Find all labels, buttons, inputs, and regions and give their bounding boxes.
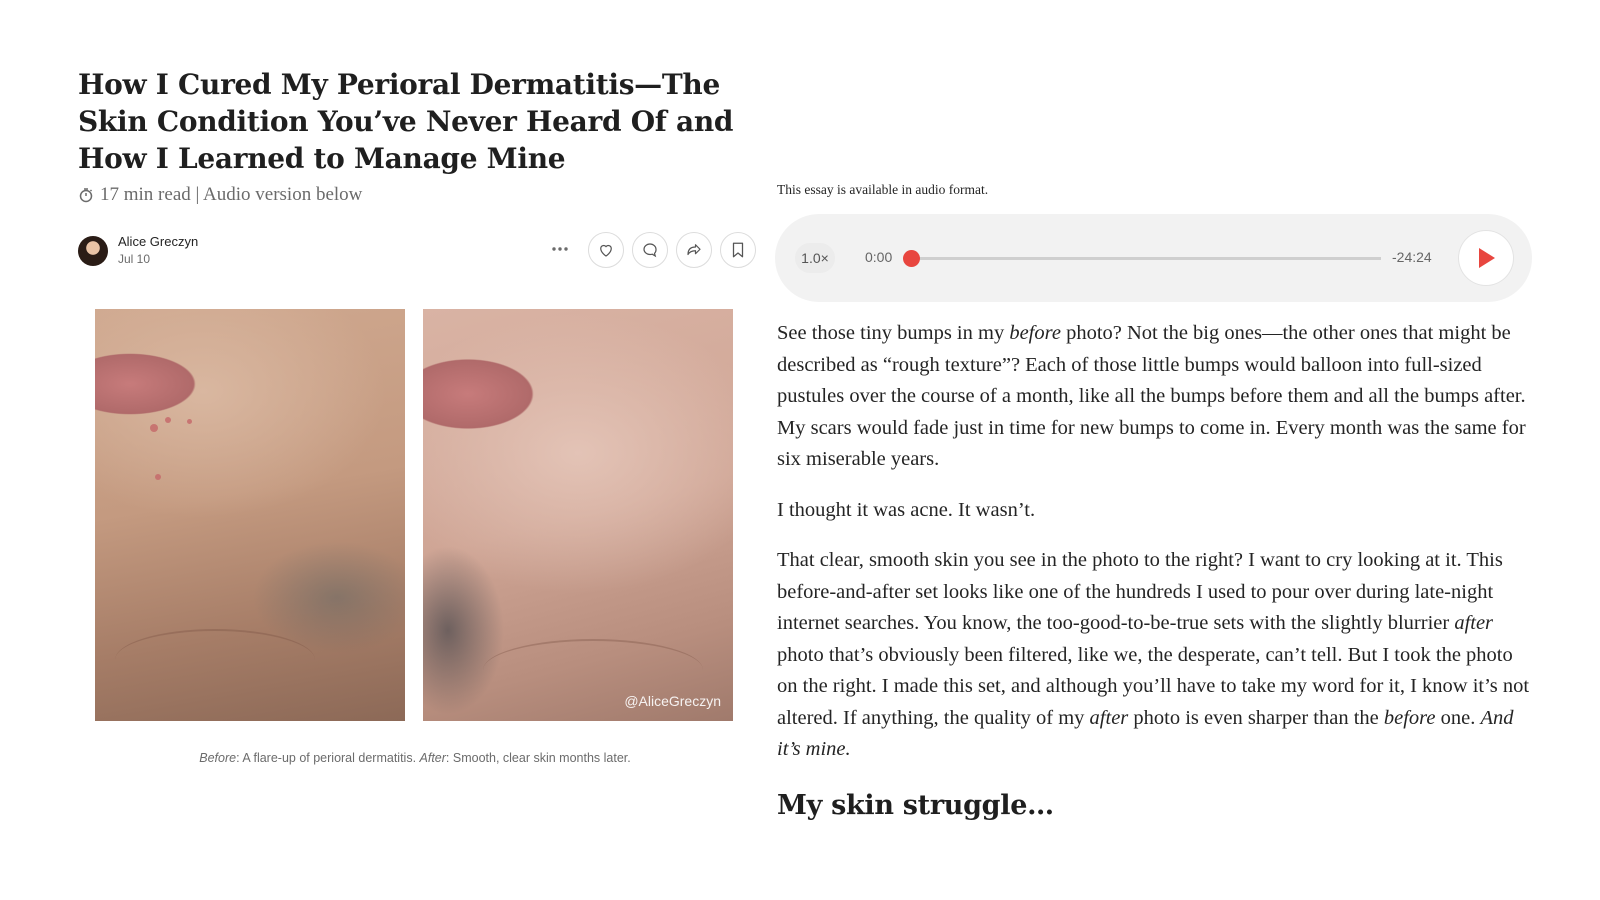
author-row: Alice Greczyn Jul 10	[78, 232, 756, 274]
audio-note: This essay is available in audio format.	[777, 182, 989, 197]
progress-track[interactable]	[911, 257, 1381, 260]
playback-speed-button[interactable]: 1.0×	[795, 243, 835, 273]
caption-after-label: After	[419, 751, 446, 765]
bump	[155, 474, 161, 480]
more-icon	[552, 247, 568, 251]
lips-shape	[95, 349, 205, 419]
bump	[187, 419, 192, 424]
article-body: See those tiny bumps in my before photo?…	[777, 318, 1537, 785]
play-icon	[1479, 248, 1495, 268]
heart-icon	[600, 244, 612, 257]
text-run: See those tiny bumps in my	[777, 322, 1010, 344]
current-time: 0:00	[865, 249, 893, 265]
audio-player: 1.0× 0:00 -24:24	[775, 214, 1532, 302]
after-photo: @AliceGreczyn	[423, 309, 733, 721]
share-button[interactable]	[676, 232, 712, 268]
image-caption: Before: A flare-up of perioral dermatiti…	[95, 751, 735, 765]
emphasis-text: after	[1089, 706, 1129, 729]
before-photo	[95, 309, 405, 721]
bump	[150, 424, 158, 432]
progress-thumb[interactable]	[902, 250, 920, 267]
remaining-time: -24:24	[1392, 249, 1432, 265]
paragraph: I thought it was acne. It wasn’t.	[777, 498, 1036, 521]
text-run: one.	[1435, 706, 1481, 729]
photo-watermark: @AliceGreczyn	[624, 693, 721, 709]
bump	[165, 417, 171, 423]
author-name[interactable]: Alice Greczyn	[118, 234, 198, 249]
emphasis-text: before	[1009, 322, 1061, 344]
text-run: photo is even sharper than the	[1128, 706, 1384, 729]
neck-shadow	[115, 629, 315, 691]
comment-button[interactable]	[632, 232, 668, 268]
section-heading: My skin struggle…	[777, 790, 1054, 821]
caption-before-label: Before	[199, 751, 237, 765]
neck-shadow	[483, 639, 703, 701]
caption-before-text: : A flare-up of perioral dermatitis.	[236, 751, 420, 765]
more-options-button[interactable]	[546, 234, 574, 264]
play-button[interactable]	[1459, 231, 1513, 285]
read-time-text: 17 min read | Audio version below	[100, 184, 363, 205]
share-icon	[687, 244, 701, 256]
text-run: That clear, smooth skin you see in the p…	[777, 549, 1503, 634]
lips-shape	[423, 354, 543, 434]
comment-icon	[643, 243, 657, 258]
bookmark-button[interactable]	[720, 232, 756, 268]
caption-after-text: : Smooth, clear skin months later.	[445, 751, 631, 765]
paragraph: That clear, smooth skin you see in the p…	[777, 545, 1537, 766]
like-button[interactable]	[588, 232, 624, 268]
avatar[interactable]	[78, 236, 108, 266]
article-meta: 17 min read | Audio version below	[78, 184, 362, 206]
emphasis-text: before	[1383, 706, 1436, 729]
article-title: How I Cured My Perioral Dermatitis—The S…	[78, 68, 734, 175]
publish-date: Jul 10	[118, 252, 151, 266]
bookmark-icon	[732, 242, 744, 258]
text-run: photo? Not the big ones—the other ones t…	[777, 322, 1526, 470]
stopwatch-icon	[78, 187, 94, 203]
emphasis-text: after	[1454, 612, 1494, 634]
paragraph: See those tiny bumps in my before photo?…	[777, 318, 1537, 476]
